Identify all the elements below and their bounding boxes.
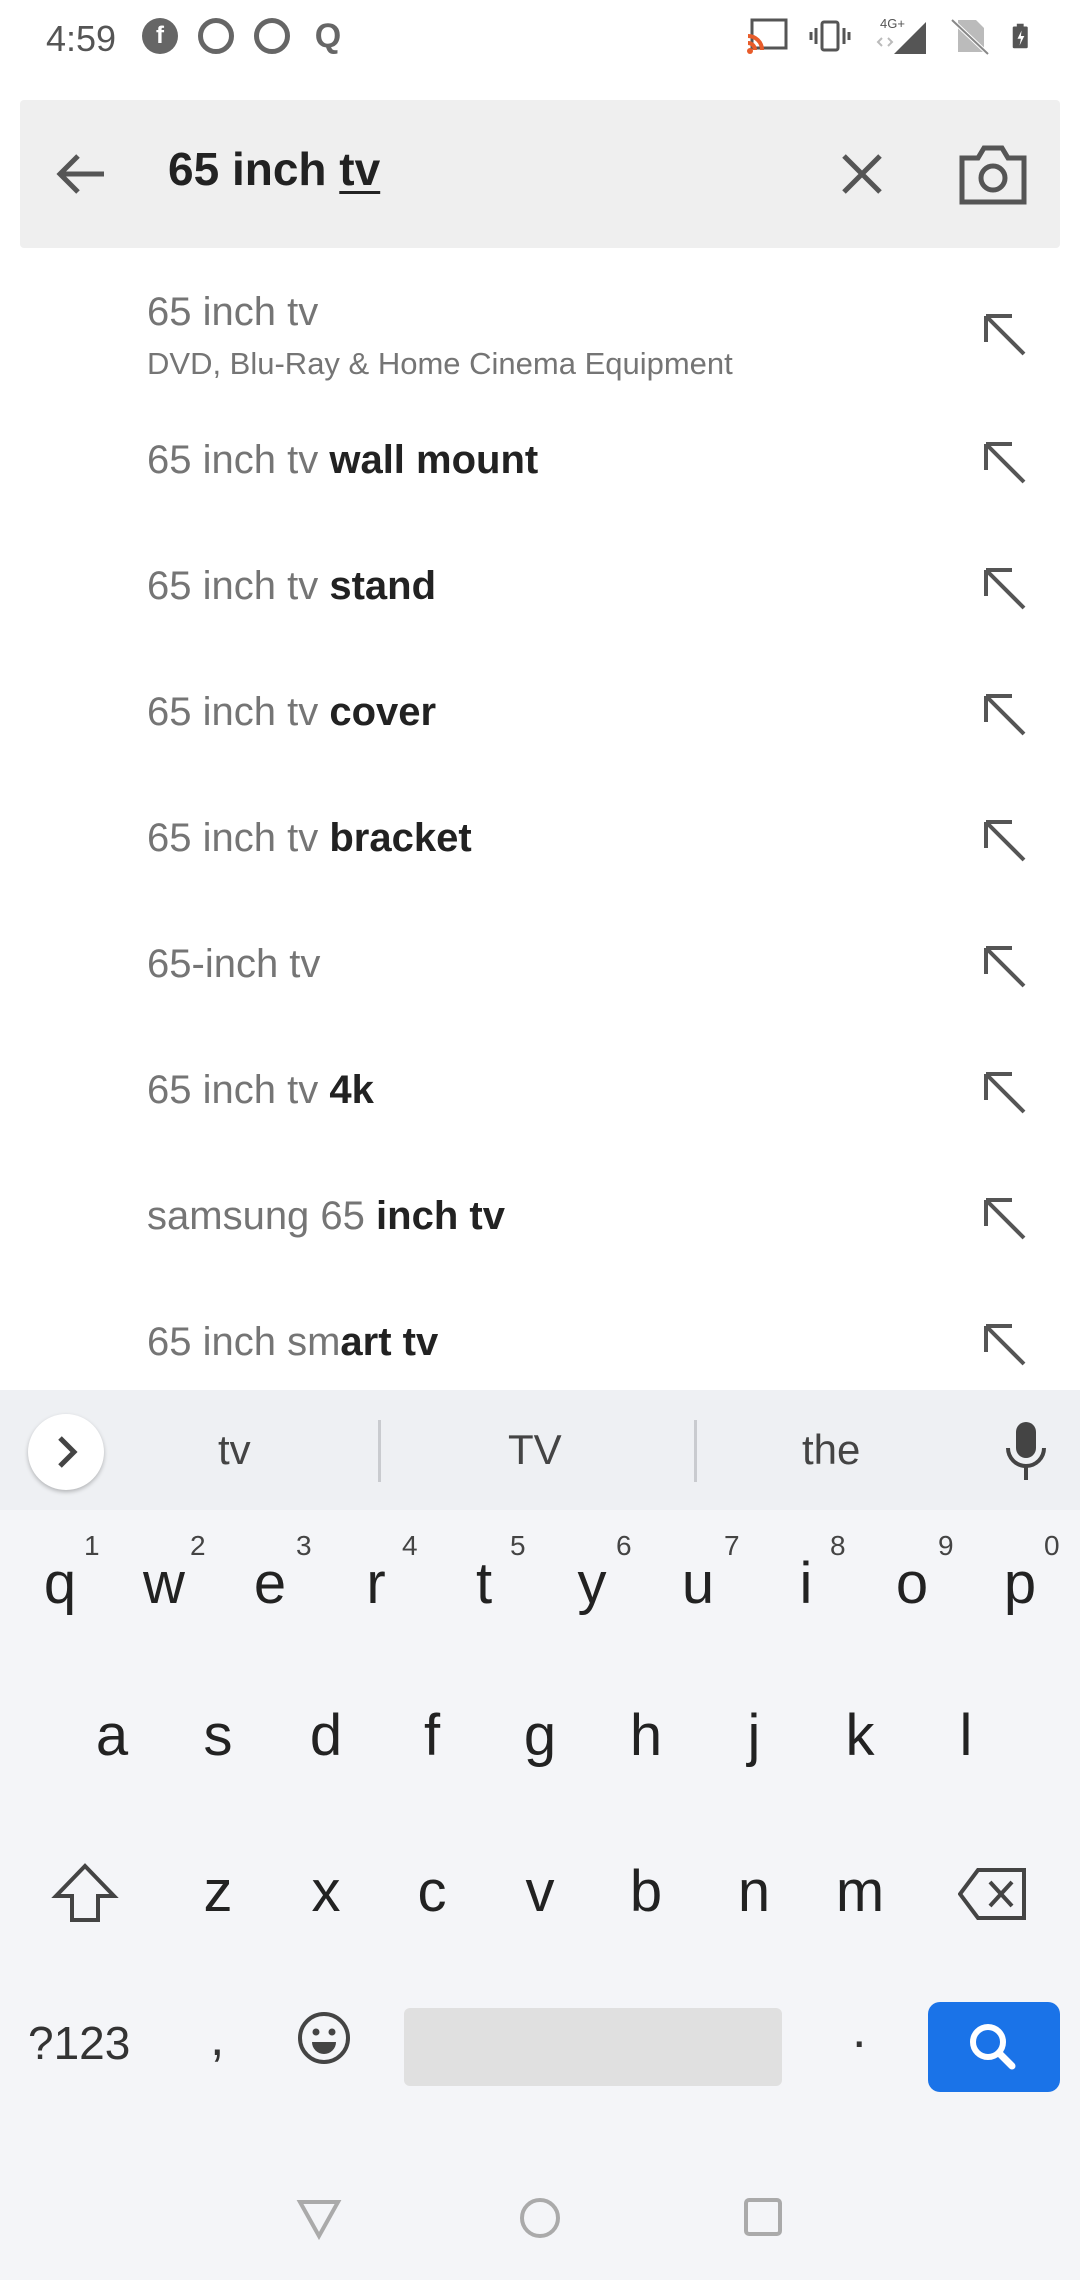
search-icon: [970, 2024, 1016, 2070]
suggestion-text: 65 inch tv bracket: [147, 816, 472, 860]
key-b[interactable]: b: [606, 1858, 686, 1925]
system-navigation-bar: [0, 2160, 1080, 2280]
suggestion-category: DVD, Blu-Ray & Home Cinema Equipment: [147, 346, 733, 381]
fill-query-arrow-icon[interactable]: [980, 310, 1028, 358]
key-m[interactable]: m: [820, 1858, 900, 1925]
search-key[interactable]: [928, 2002, 1060, 2092]
chrome-icon: [254, 18, 290, 54]
key-a[interactable]: a: [72, 1702, 152, 1769]
chrome-icon: [198, 18, 234, 54]
signal-icon: 4G+: [870, 16, 930, 56]
backspace-icon[interactable]: [958, 1866, 1028, 1922]
key-w[interactable]: w: [124, 1550, 204, 1617]
nav-home-icon[interactable]: [518, 2196, 562, 2240]
nav-back-icon[interactable]: [296, 2196, 342, 2240]
suggestion-item[interactable]: samsung 65 inch tv: [0, 1172, 1080, 1292]
key-t[interactable]: t: [444, 1550, 524, 1617]
key-p[interactable]: p: [980, 1550, 1060, 1617]
search-query-underlined: tv: [339, 143, 381, 195]
word-suggestion[interactable]: the: [802, 1426, 860, 1474]
emoji-icon[interactable]: [296, 2010, 352, 2066]
suggestion-item[interactable]: 65 inch tv stand: [0, 542, 1080, 662]
space-key[interactable]: [404, 2008, 782, 2086]
period-key[interactable]: .: [852, 2000, 866, 2060]
key-k[interactable]: k: [820, 1702, 900, 1769]
suggestion-text: 65 inch tv stand: [147, 564, 437, 608]
key-j[interactable]: j: [714, 1702, 794, 1769]
key-u[interactable]: u: [658, 1550, 738, 1617]
vibrate-icon: [809, 20, 851, 52]
notification-icons: f Q: [142, 16, 346, 55]
suggestion-text: 65 inch tv 4k: [147, 1068, 374, 1112]
key-r[interactable]: r: [336, 1550, 416, 1617]
fill-query-arrow-icon[interactable]: [980, 1320, 1028, 1368]
no-sim-icon: [950, 18, 990, 56]
search-bar: 65 inch tv: [20, 100, 1060, 248]
suggestion-text: 65 inch tv: [147, 290, 319, 334]
suggestion-item[interactable]: 65 inch tv DVD, Blu-Ray & Home Cinema Eq…: [0, 270, 1080, 400]
suggestion-text: samsung 65 inch tv: [147, 1194, 505, 1238]
symbols-key[interactable]: ?123: [28, 2016, 130, 2070]
fill-query-arrow-icon[interactable]: [980, 690, 1028, 738]
key-y[interactable]: y: [552, 1550, 632, 1617]
clear-icon[interactable]: [832, 144, 892, 204]
suggestion-item[interactable]: 65 inch tv cover: [0, 668, 1080, 788]
divider: [694, 1420, 697, 1482]
key-g[interactable]: g: [500, 1702, 580, 1769]
key-z[interactable]: z: [178, 1858, 258, 1925]
key-l[interactable]: l: [926, 1702, 1006, 1769]
fill-query-arrow-icon[interactable]: [980, 1068, 1028, 1116]
expand-toolbar-button[interactable]: [28, 1414, 104, 1490]
key-v[interactable]: v: [500, 1858, 580, 1925]
key-f[interactable]: f: [392, 1702, 472, 1769]
camera-icon[interactable]: [958, 140, 1028, 206]
fill-query-arrow-icon[interactable]: [980, 564, 1028, 612]
battery-icon: [1012, 23, 1028, 49]
nav-recents-icon[interactable]: [742, 2196, 784, 2238]
word-suggestion[interactable]: tv: [218, 1426, 251, 1474]
word-suggestion[interactable]: TV: [508, 1426, 562, 1474]
key-x[interactable]: x: [286, 1858, 366, 1925]
comma-key[interactable]: ,: [210, 2008, 224, 2068]
cast-icon: [747, 18, 788, 54]
status-bar: 4:59 f Q 4G+: [0, 0, 1080, 80]
search-input[interactable]: 65 inch tv: [168, 142, 380, 196]
suggestion-text: 65-inch tv: [147, 942, 321, 986]
key-n[interactable]: n: [714, 1858, 794, 1925]
divider: [378, 1420, 381, 1482]
chevron-right-icon: [58, 1436, 78, 1468]
facebook-icon: f: [142, 18, 178, 54]
soft-keyboard: tv TV the 1 q 2 w 3 e 4 r 5 t 6 y 7 u 8 …: [0, 1390, 1080, 2280]
quora-icon: Q: [314, 16, 342, 55]
suggestion-text: 65 inch tv cover: [147, 690, 437, 734]
key-i[interactable]: i: [766, 1550, 846, 1617]
suggestion-item[interactable]: 65 inch tv wall mount: [0, 416, 1080, 536]
suggestion-item[interactable]: 65 inch smart tv: [0, 1298, 1080, 1390]
suggestion-item[interactable]: 65-inch tv: [0, 920, 1080, 1040]
key-q[interactable]: q: [20, 1550, 100, 1617]
back-arrow-icon[interactable]: [50, 144, 110, 204]
microphone-icon[interactable]: [1004, 1420, 1048, 1482]
keyboard-suggestion-strip: tv TV the: [0, 1390, 1080, 1510]
search-query-text: 65 inch: [168, 143, 340, 195]
fill-query-arrow-icon[interactable]: [980, 942, 1028, 990]
key-o[interactable]: o: [872, 1550, 952, 1617]
fill-query-arrow-icon[interactable]: [980, 1194, 1028, 1242]
key-h[interactable]: h: [606, 1702, 686, 1769]
key-c[interactable]: c: [392, 1858, 472, 1925]
key-d[interactable]: d: [286, 1702, 366, 1769]
shift-key-icon[interactable]: [50, 1860, 120, 1926]
suggestion-text: 65 inch smart tv: [147, 1320, 439, 1364]
suggestion-item[interactable]: 65 inch tv bracket: [0, 794, 1080, 914]
fill-query-arrow-icon[interactable]: [980, 438, 1028, 486]
suggestion-text: 65 inch tv wall mount: [147, 438, 539, 482]
system-icons: 4G+: [746, 16, 1040, 56]
key-s[interactable]: s: [178, 1702, 258, 1769]
suggestion-item[interactable]: 65 inch tv 4k: [0, 1046, 1080, 1166]
status-time: 4:59: [46, 18, 117, 59]
key-e[interactable]: e: [230, 1550, 310, 1617]
fill-query-arrow-icon[interactable]: [980, 816, 1028, 864]
